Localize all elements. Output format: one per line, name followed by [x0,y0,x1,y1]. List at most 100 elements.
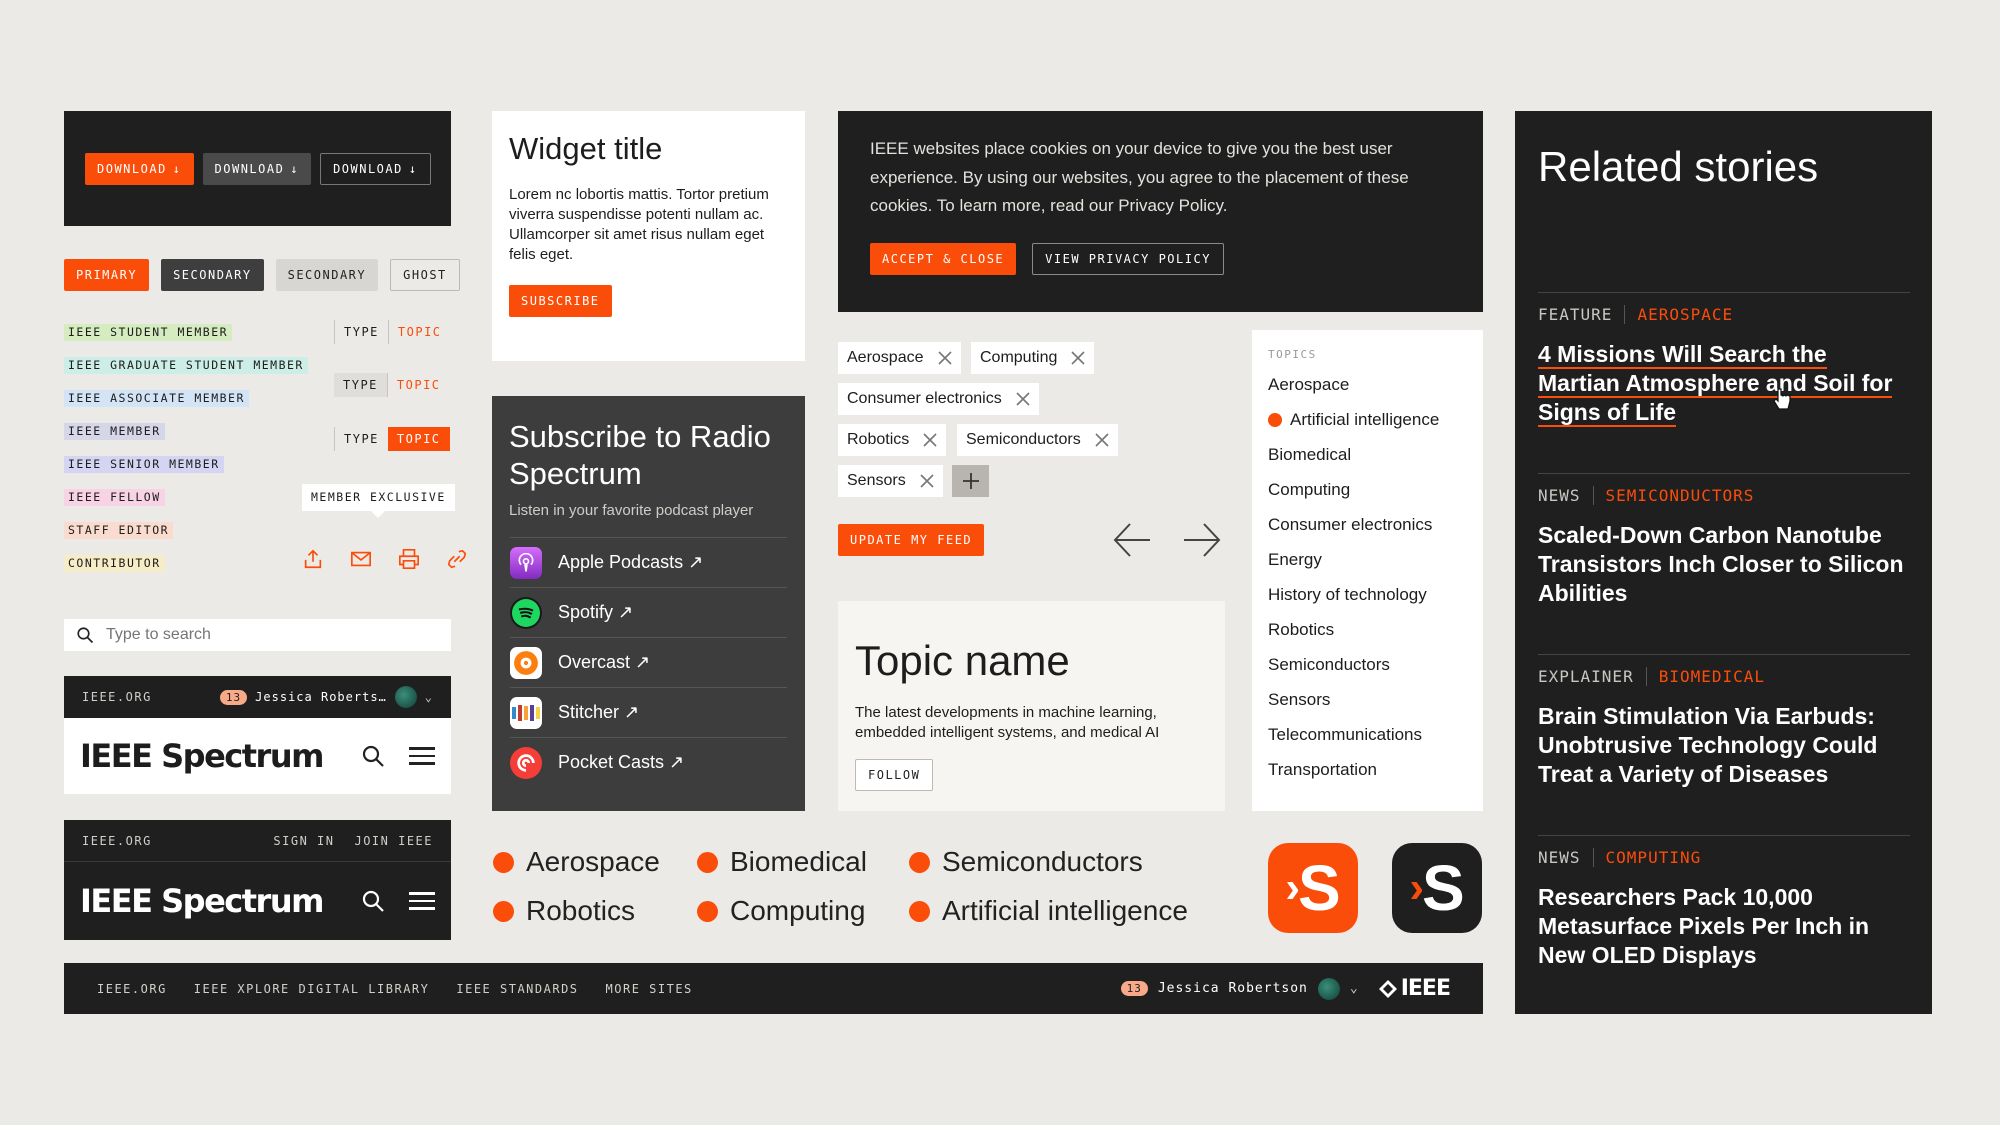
subscribe-button[interactable]: SUBSCRIBE [509,285,612,317]
spectrum-logo[interactable]: IEEE Spectrum [80,737,324,775]
type-topic-tag[interactable]: TYPE TOPIC [334,320,451,344]
topic-item-label: History of technology [1268,585,1427,604]
spectrum-logo[interactable]: IEEE Spectrum [80,882,324,920]
download-button-outline[interactable]: DOWNLOAD ↓ [320,152,431,185]
podcast-player-apple[interactable]: Apple Podcasts ↗ [510,537,787,587]
download-button-secondary[interactable]: DOWNLOAD ↓ [202,152,312,185]
ghost-button[interactable]: GHOST [390,259,460,291]
tag-chip[interactable]: Consumer electronics [838,383,1039,415]
close-icon[interactable] [1095,433,1109,447]
primary-button[interactable]: PRIMARY [64,259,150,291]
view-privacy-button[interactable]: VIEW PRIVACY POLICY [1032,242,1224,275]
topic-item[interactable]: Robotics [1268,612,1467,647]
search-bar[interactable] [64,619,451,651]
mail-icon[interactable] [350,548,372,570]
topic-item[interactable]: Biomedical [1268,437,1467,472]
big-topic-link[interactable]: Computing [697,895,865,927]
story-topic[interactable]: COMPUTING [1594,848,1702,867]
tag-chip[interactable]: Aerospace [838,342,961,374]
topic-item-active[interactable]: Artificial intelligence [1268,402,1467,437]
type-topic-tag[interactable]: TYPE TOPIC [334,373,450,397]
follow-button[interactable]: FOLLOW [855,759,934,791]
story-item[interactable]: NEWS SEMICONDUCTORS Scaled-Down Carbon Na… [1538,473,1910,608]
sign-in-link[interactable]: SIGN IN [273,834,334,848]
secondary-dark-button[interactable]: SECONDARY [161,259,264,291]
chevron-down-icon[interactable]: ⌄ [1350,981,1359,996]
topic-item[interactable]: Telecommunications [1268,717,1467,752]
podcast-player-overcast[interactable]: Overcast ↗ [510,637,787,687]
tag-chip[interactable]: Robotics [838,424,947,456]
hamburger-menu-icon[interactable] [409,887,435,915]
update-feed-button[interactable]: UPDATE MY FEED [838,524,985,556]
footer-link[interactable]: IEEE XPLORE DIGITAL LIBRARY [194,982,430,996]
big-topic-link[interactable]: Robotics [493,895,635,927]
story-topic[interactable]: AEROSPACE [1625,305,1733,324]
notification-count[interactable]: 13 [219,689,248,705]
join-ieee-link[interactable]: JOIN IEEE [354,834,433,848]
arrow-right-icon[interactable] [1182,521,1222,559]
topic-title: Topic name [855,637,1070,684]
story-item[interactable]: NEWS COMPUTING Researchers Pack 10,000 Me… [1538,835,1910,970]
secondary-light-button[interactable]: SECONDARY [275,259,379,291]
story-headline[interactable]: 4 Missions Will Search the Martian Atmos… [1538,340,1910,427]
story-headline[interactable]: Researchers Pack 10,000 Metasurface Pixe… [1538,883,1910,970]
ieee-org-link[interactable]: IEEE.ORG [82,834,152,848]
podcast-player-pocket-casts[interactable]: Pocket Casts ↗ [510,737,787,787]
arrow-left-icon[interactable] [1112,521,1152,559]
member-chip: IEEE GRADUATE STUDENT MEMBER [64,357,308,374]
topic-item[interactable]: Transportation [1268,752,1467,787]
podcast-player-stitcher[interactable]: Stitcher ↗ [510,687,787,737]
story-headline[interactable]: Scaled-Down Carbon Nanotube Transistors … [1538,521,1910,608]
user-name[interactable]: Jessica Robertson [1158,981,1308,996]
tag-chip[interactable]: Sensors [838,465,943,497]
topic-item[interactable]: Semiconductors [1268,647,1467,682]
ieee-org-link[interactable]: IEEE.ORG [82,690,152,704]
topic-item[interactable]: Sensors [1268,682,1467,717]
search-icon[interactable] [361,744,385,768]
topic-item[interactable]: Consumer electronics [1268,507,1467,542]
footer-link[interactable]: IEEE.ORG [97,982,167,996]
type-topic-tag[interactable]: TYPE TOPIC [334,427,450,451]
header-top-bar: IEEE.ORG SIGN IN JOIN IEEE [64,820,451,862]
topic-item[interactable]: Aerospace [1268,367,1467,402]
close-icon[interactable] [937,351,952,365]
avatar[interactable] [1317,977,1340,1000]
download-button-primary[interactable]: DOWNLOAD ↓ [85,152,194,185]
tag-chip[interactable]: Semiconductors [957,424,1118,456]
print-icon[interactable] [398,548,420,570]
header-top-bar: IEEE.ORG 13 Jessica Roberts… ⌄ [64,676,451,718]
chevron-down-icon[interactable]: ⌄ [425,690,433,704]
story-item[interactable]: FEATURE AEROSPACE 4 Missions Will Search … [1538,292,1910,427]
search-input[interactable] [106,626,426,644]
story-topic[interactable]: SEMICONDUCTORS [1594,486,1755,505]
big-topic-link[interactable]: Biomedical [697,846,867,878]
notification-count[interactable]: 13 [1120,981,1148,996]
story-headline[interactable]: Brain Stimulation Via Earbuds: Unobtrusi… [1538,702,1910,789]
close-icon[interactable] [923,433,937,447]
hamburger-menu-icon[interactable] [409,742,435,770]
podcast-player-spotify[interactable]: Spotify ↗ [510,587,787,637]
topic-item[interactable]: History of technology [1268,577,1467,612]
topic-item[interactable]: Energy [1268,542,1467,577]
link-icon[interactable] [446,548,468,570]
story-topic[interactable]: BIOMEDICAL [1647,667,1765,686]
big-topic-link[interactable]: Artificial intelligence [909,895,1188,927]
ieee-logo[interactable]: IEEE [1378,976,1451,1001]
close-icon[interactable] [1071,351,1085,365]
story-meta: FEATURE AEROSPACE [1538,292,1910,324]
big-topic-link[interactable]: Semiconductors [909,846,1143,878]
user-name[interactable]: Jessica Roberts… [255,690,387,704]
footer-link[interactable]: IEEE STANDARDS [456,982,578,996]
topic-item[interactable]: Computing [1268,472,1467,507]
story-item[interactable]: EXPLAINER BIOMEDICAL Brain Stimulation Vi… [1538,654,1910,789]
avatar[interactable] [394,686,417,708]
share-icon[interactable] [302,548,324,570]
close-icon[interactable] [920,474,934,488]
close-icon[interactable] [1016,392,1030,406]
tag-chip[interactable]: Computing [971,342,1095,374]
add-tag-button[interactable] [952,465,989,497]
footer-link[interactable]: MORE SITES [606,982,693,996]
search-icon[interactable] [361,889,385,913]
accept-close-button[interactable]: ACCEPT & CLOSE [870,242,1017,275]
big-topic-link[interactable]: Aerospace [493,846,660,878]
